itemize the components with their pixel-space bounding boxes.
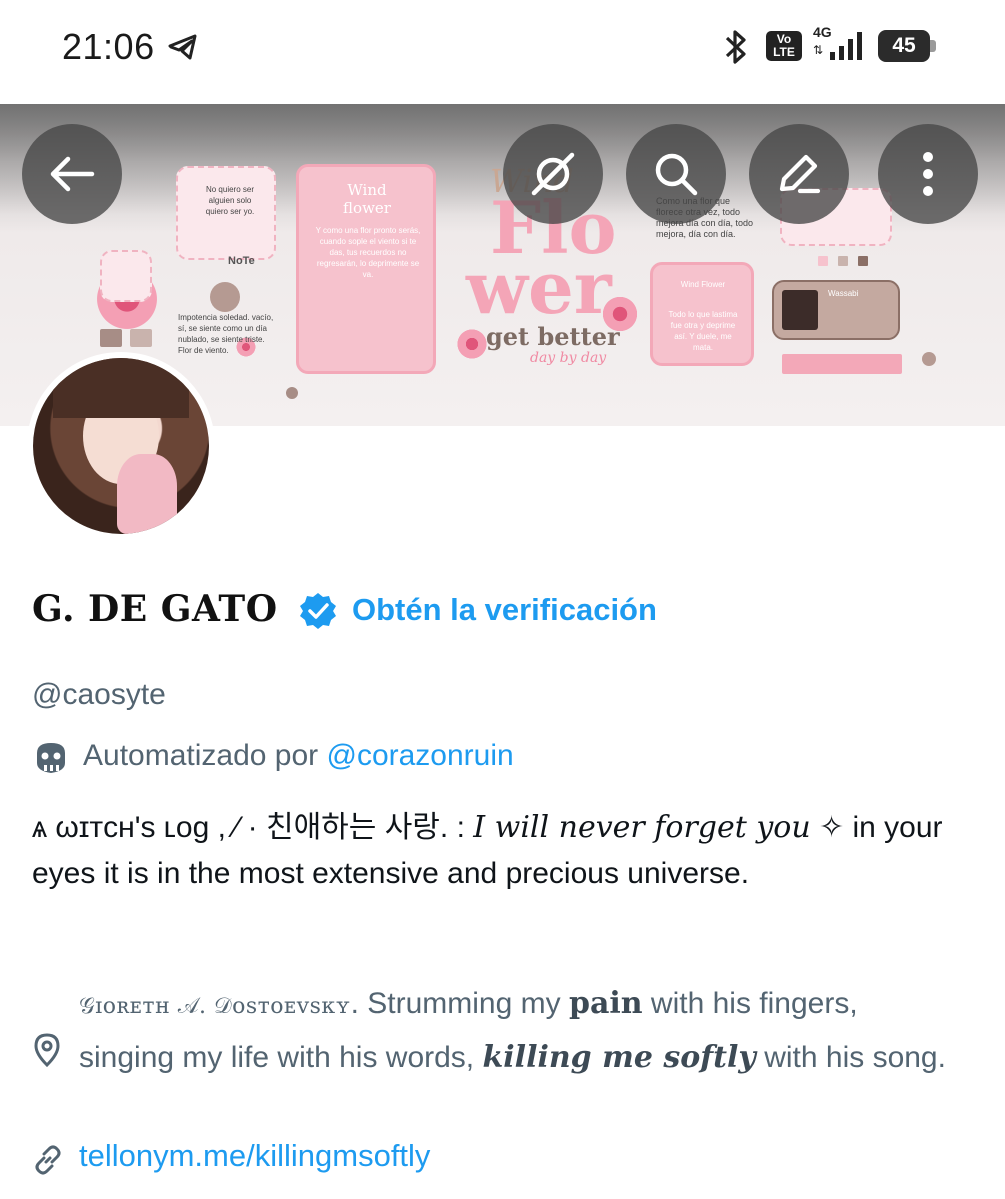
banner-swatch bbox=[130, 329, 152, 347]
automated-label: Automatizado por @corazonruin bbox=[83, 739, 514, 773]
battery-indicator: 45 bbox=[878, 30, 930, 62]
banner-sticker bbox=[100, 250, 152, 302]
grok-button[interactable] bbox=[503, 124, 603, 224]
banner-left-paragraph: Impotencia soledad. vacío, sí, se siente… bbox=[178, 313, 274, 355]
bio-part-2: I will never forget you bbox=[473, 810, 811, 845]
profile-handle: @caosyte bbox=[32, 678, 166, 711]
banner-mid-paragraph: Y como una flor pronto serás, cuando sop… bbox=[315, 226, 421, 279]
edit-button[interactable] bbox=[749, 124, 849, 224]
edit-icon bbox=[779, 154, 821, 194]
location-part-6: with his song. bbox=[755, 1041, 946, 1074]
banner-small-card-title: Wind Flower bbox=[680, 280, 726, 289]
location-pin-icon bbox=[34, 1033, 60, 1067]
automated-prefix: Automatizado por bbox=[83, 739, 319, 772]
more-vertical-icon bbox=[923, 152, 933, 196]
banner-note-label: NoTe bbox=[228, 255, 255, 267]
location-part-3: pain bbox=[568, 986, 643, 1021]
banner-note-card: No quiero ser alguien solo quiero ser yo… bbox=[176, 166, 276, 260]
banner-swatch bbox=[858, 256, 868, 266]
back-button[interactable] bbox=[22, 124, 122, 224]
banner-small-card-text: Todo lo que lastima fue otra y deprime a… bbox=[668, 310, 738, 352]
avatar-image bbox=[33, 358, 209, 534]
profile-location: 𝒢ɪᴏʀᴇᴛʜ 𝒜. 𝒟ᴏsᴛᴏᴇᴠsᴋʏ. Strumming my pain… bbox=[79, 978, 959, 1083]
location-part-5: killing me softly bbox=[482, 1040, 756, 1075]
banner-swatch bbox=[100, 329, 122, 347]
website-link[interactable]: tellonym.me/killingmsoftly bbox=[79, 1138, 430, 1174]
more-options-button[interactable] bbox=[878, 124, 978, 224]
banner-photo bbox=[782, 290, 818, 330]
banner-flower bbox=[455, 327, 489, 361]
automated-by-link[interactable]: @corazonruin bbox=[326, 739, 513, 772]
network-activity-icon: ⇅ bbox=[813, 43, 824, 57]
banner-note-text: No quiero ser alguien solo quiero ser yo… bbox=[205, 185, 255, 216]
network-type: 4G bbox=[813, 24, 832, 40]
profile-bio: ѧ ωɪᴛᴄʜ'ѕ ʟᴏɡ , ⁄ · 친애하는 사랑. : I will ne… bbox=[32, 805, 977, 897]
search-icon bbox=[655, 153, 698, 196]
banner-swatch bbox=[838, 256, 848, 266]
get-verified-link[interactable]: Obtén la verificación bbox=[352, 592, 657, 628]
volte-badge: Vo LTE bbox=[766, 31, 802, 61]
banner-photo-card: Wassabi bbox=[772, 280, 900, 340]
banner-card-title: Wind flower bbox=[343, 181, 391, 217]
profile-name: G. DE GATO bbox=[32, 588, 278, 630]
bio-part-1: ѧ ωɪᴛᴄʜ'ѕ ʟᴏɡ , ⁄ · 친애하는 사랑. : bbox=[32, 811, 474, 844]
banner-circle bbox=[286, 387, 298, 399]
banner-small-card: Wind Flower Todo lo que lastima fue otra… bbox=[650, 262, 754, 366]
banner-word-wer: wer bbox=[466, 245, 612, 330]
bluetooth-icon bbox=[725, 30, 746, 64]
grok-icon bbox=[531, 152, 575, 196]
avatar-hair bbox=[53, 358, 189, 418]
avatar[interactable] bbox=[27, 352, 215, 540]
verified-badge-icon[interactable] bbox=[298, 591, 338, 631]
battery-nub bbox=[930, 40, 936, 52]
telegram-icon bbox=[168, 34, 197, 60]
status-time: 21:06 bbox=[62, 26, 155, 67]
banner-circle bbox=[922, 352, 936, 366]
banner-day-by-day: day by day bbox=[530, 350, 607, 366]
location-part-1: 𝒢ɪᴏʀᴇᴛʜ 𝒜. 𝒟ᴏsᴛᴏᴇᴠsᴋʏ bbox=[79, 994, 351, 1019]
banner-wind-flower-card: Wind flower Y como una flor pronto serás… bbox=[296, 164, 436, 374]
location-part-2: . Strumming my bbox=[350, 987, 569, 1020]
banner-ribbon bbox=[782, 354, 902, 374]
avatar-hand bbox=[117, 454, 177, 534]
back-arrow-icon bbox=[50, 156, 95, 192]
banner-photo-card-title: Wassabi bbox=[828, 289, 859, 298]
banner-circle bbox=[210, 282, 240, 312]
banner-get-better: get better bbox=[486, 322, 620, 351]
bot-icon bbox=[37, 743, 65, 773]
banner-swatch bbox=[818, 256, 828, 266]
status-bar: 21:06 Vo LTE 4G ⇅ 45 bbox=[0, 0, 1005, 100]
signal-icon bbox=[830, 32, 862, 60]
search-button[interactable] bbox=[626, 124, 726, 224]
link-icon bbox=[35, 1145, 61, 1175]
